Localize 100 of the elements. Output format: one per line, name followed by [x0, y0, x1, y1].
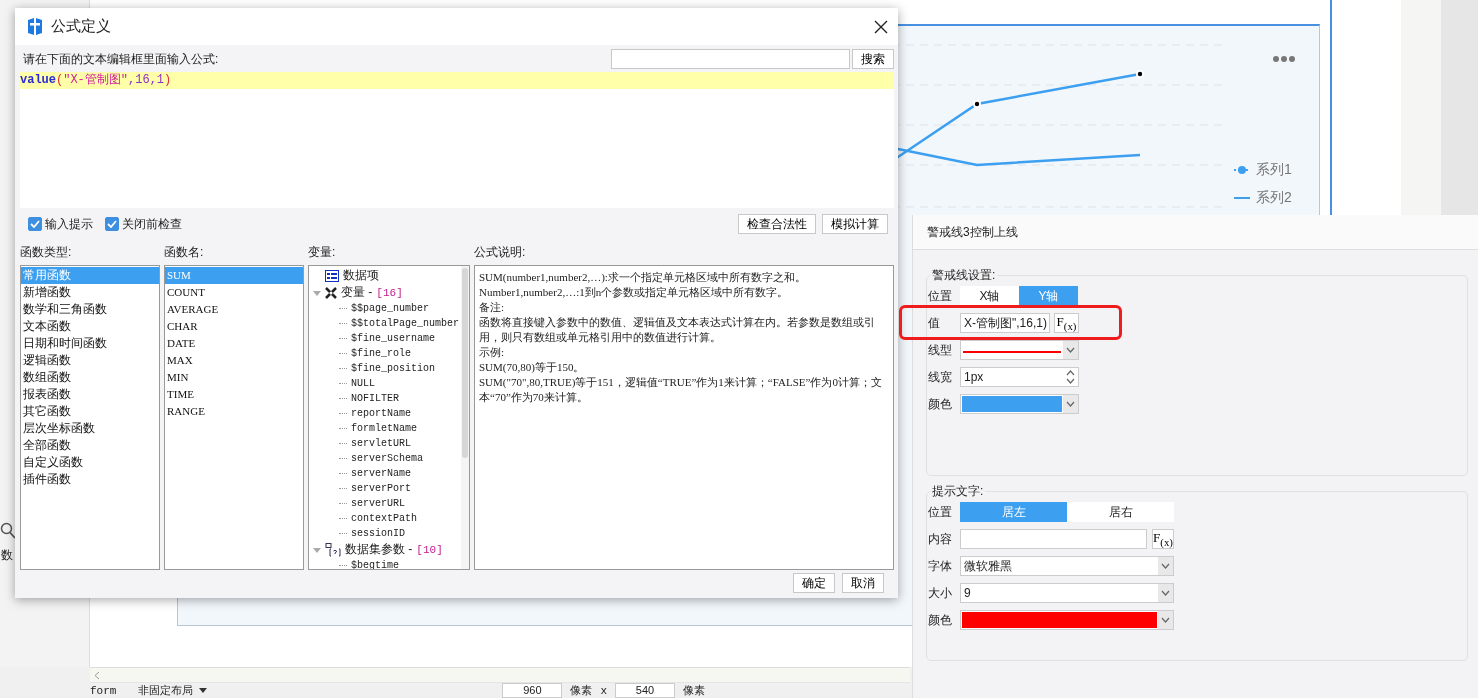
formula-button[interactable]: F$_{(x)}$: [1054, 313, 1079, 333]
formula-text: value("X-管制图",16,1): [20, 72, 894, 89]
width-field[interactable]: 960: [502, 683, 563, 698]
tree-item[interactable]: $fine_role: [351, 348, 411, 359]
unit-label: 像素: [570, 683, 593, 698]
search-field[interactable]: [611, 49, 850, 69]
formula-editor[interactable]: value("X-管制图",16,1): [20, 72, 894, 208]
close-icon[interactable]: [874, 19, 888, 34]
description-text: 备注:: [479, 300, 506, 315]
chevron-left-icon[interactable]: [94, 670, 100, 680]
collapse-icon[interactable]: [313, 545, 321, 554]
list-item[interactable]: COUNT: [165, 284, 303, 301]
dropdown-value: 微软雅黑: [963, 558, 1013, 575]
checkbox-label: 关闭前检查: [122, 215, 182, 233]
action-button[interactable]: 检查合法性: [738, 214, 816, 234]
list-item[interactable]: 数学和三角函数: [21, 301, 159, 318]
field-label: 内容: [928, 530, 953, 548]
caret-down-icon[interactable]: [199, 688, 208, 693]
list-item[interactable]: AVERAGE: [165, 301, 303, 318]
value-field[interactable]: X-管制图",16,1): [960, 313, 1050, 333]
column-label: 函数名:: [164, 244, 205, 261]
list-item[interactable]: 逻辑函数: [21, 352, 159, 369]
tree-item[interactable]: NULL: [351, 378, 375, 389]
dialog-button[interactable]: 确定: [793, 573, 835, 593]
layout-dropdown[interactable]: 非固定布局: [138, 683, 194, 698]
horizontal-scrollbar[interactable]: [90, 667, 910, 683]
checkbox-label: 输入提示: [45, 215, 93, 233]
list-item[interactable]: 其它函数: [21, 403, 159, 420]
list-item[interactable]: MIN: [165, 369, 303, 386]
vertical-scrollbar[interactable]: [461, 266, 469, 569]
column-label: 变量:: [308, 244, 337, 261]
list-item[interactable]: 日期和时间函数: [21, 335, 159, 352]
legend-line-icon: [1234, 196, 1250, 200]
tree-item[interactable]: 数据集参数 -: [345, 541, 413, 558]
segment-button[interactable]: X轴: [960, 286, 1019, 306]
color-select[interactable]: [960, 610, 1174, 630]
spinner-value: 1px: [963, 369, 985, 386]
list-item[interactable]: TIME: [165, 386, 303, 403]
checkbox[interactable]: [28, 217, 42, 231]
collapse-icon[interactable]: [313, 288, 321, 297]
dropdown[interactable]: 9: [960, 583, 1174, 603]
description-text: SUM("70",80,TRUE)等于151，逻辑值“TRUE”作为1来计算；“FALSE”作为0计算；文本“70”作为70来计算。: [479, 375, 883, 405]
formula-button[interactable]: F$_{(x)}$: [1152, 529, 1174, 549]
spinner-arrows-icon[interactable]: [1063, 368, 1078, 386]
tree-item[interactable]: contextPath: [351, 513, 417, 524]
chevron-down-icon: [1063, 341, 1078, 359]
dialog-button[interactable]: 取消: [842, 573, 884, 593]
list-item[interactable]: 文本函数: [21, 318, 159, 335]
content-field[interactable]: [960, 529, 1147, 549]
column-label: 函数类型:: [20, 244, 73, 261]
tree-item[interactable]: 变量 -: [341, 284, 373, 301]
tree-item[interactable]: formletName: [351, 423, 417, 434]
field-label: 颜色: [928, 611, 953, 629]
list-item[interactable]: MAX: [165, 352, 303, 369]
list-item[interactable]: RANGE: [165, 403, 303, 420]
tree-item[interactable]: NOFILTER: [351, 393, 399, 404]
tree-item[interactable]: 数据项: [343, 267, 379, 284]
list-item[interactable]: 层次坐标函数: [21, 420, 159, 437]
height-field[interactable]: 540: [615, 683, 675, 698]
list-item[interactable]: 全部函数: [21, 437, 159, 454]
spinner-field[interactable]: 1px: [960, 367, 1079, 387]
tree-item[interactable]: $fine_position: [351, 363, 435, 374]
tree-item[interactable]: serverSchema: [351, 453, 423, 464]
list-item[interactable]: 插件函数: [21, 471, 159, 488]
legend-marker-icon: [1234, 165, 1250, 175]
list-item[interactable]: 自定义函数: [21, 454, 159, 471]
action-button[interactable]: 模拟计算: [822, 214, 888, 234]
item-count: [10]: [416, 543, 443, 556]
parameter-icon: [325, 542, 341, 557]
prompt-text: 请在下面的文本编辑框里面输入公式:: [23, 50, 219, 68]
chevron-down-icon: [1063, 395, 1078, 413]
search-button[interactable]: 搜索: [852, 49, 894, 69]
search-icon[interactable]: [0, 522, 16, 539]
tree-item[interactable]: serverPort: [351, 483, 411, 494]
checkbox[interactable]: [105, 217, 119, 231]
list-item[interactable]: DATE: [165, 335, 303, 352]
field-label: 颜色: [928, 395, 953, 413]
color-select[interactable]: [960, 394, 1079, 414]
list-item[interactable]: 新增函数: [21, 284, 159, 301]
line-style-select[interactable]: [960, 340, 1079, 360]
segment-button[interactable]: 居右: [1067, 502, 1174, 522]
more-icon[interactable]: [1272, 55, 1296, 63]
tree-item[interactable]: $$totalPage_number: [351, 318, 460, 329]
field-label: 字体: [928, 557, 953, 575]
tree-item[interactable]: serverName: [351, 468, 411, 479]
chevron-down-icon: [1158, 584, 1173, 602]
list-item[interactable]: 数组函数: [21, 369, 159, 386]
list-item[interactable]: CHAR: [165, 318, 303, 335]
description-text: Number1,number2,…:1到n个参数或指定单元格区域中所有数字。: [479, 285, 790, 300]
tree-item[interactable]: reportName: [351, 408, 411, 419]
tree-item[interactable]: $$page_number: [351, 303, 429, 314]
dropdown[interactable]: 微软雅黑: [960, 556, 1174, 576]
list-item[interactable]: 报表函数: [21, 386, 159, 403]
table-icon: [325, 269, 339, 282]
item-count: [16]: [376, 286, 403, 299]
tree-item[interactable]: serverURL: [351, 498, 405, 509]
tree-item[interactable]: sessionID: [351, 528, 405, 539]
legend-label: 系列1: [1256, 161, 1292, 179]
tree-item[interactable]: servletURL: [351, 438, 411, 449]
tree-item[interactable]: $fine_username: [351, 333, 435, 344]
